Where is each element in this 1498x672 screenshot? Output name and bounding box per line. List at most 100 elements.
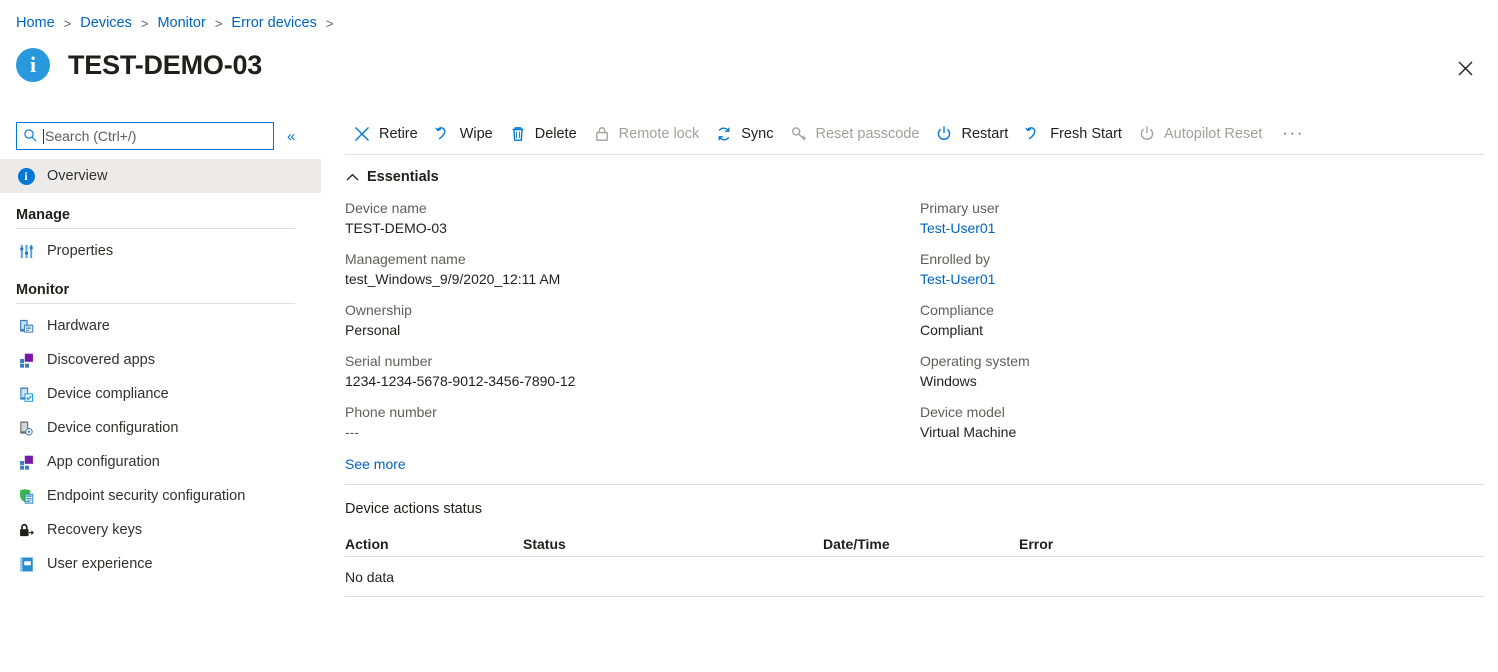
sidebar-item-device-configuration[interactable]: Device configuration: [0, 411, 321, 445]
sidebar-item-recovery-keys[interactable]: Recovery keys: [0, 513, 321, 547]
page-header: i TEST-DEMO-03: [16, 48, 262, 82]
lock-key-icon: [16, 520, 36, 540]
field-value: ---: [345, 422, 920, 442]
essentials-toggle[interactable]: Essentials: [345, 169, 1498, 185]
command-label: Sync: [741, 126, 773, 142]
close-icon[interactable]: [1450, 53, 1480, 83]
field-label: Operating system: [920, 352, 1495, 371]
sidebar-group-title: Monitor: [0, 282, 321, 298]
hardware-icon: [16, 316, 36, 336]
autopilot-reset-button: Autopilot Reset: [1130, 118, 1270, 150]
field-value[interactable]: Test-User01: [920, 269, 1495, 289]
field-value: TEST-DEMO-03: [345, 218, 920, 238]
table-row-empty: No data: [345, 557, 1484, 597]
chevron-up-icon: [345, 170, 359, 184]
sidebar-group-title: Manage: [0, 207, 321, 223]
trash-icon: [509, 125, 527, 143]
column-header-status: Status: [523, 536, 823, 552]
breadcrumb-item-monitor[interactable]: Monitor: [157, 15, 205, 31]
field-label: Primary user: [920, 199, 1495, 218]
breadcrumb-item-devices[interactable]: Devices: [80, 15, 132, 31]
sidebar: Search (Ctrl+/) « i Overview Manage Prope…: [0, 114, 321, 672]
table-header-row: Action Status Date/Time Error: [345, 531, 1484, 557]
sidebar-item-app-configuration[interactable]: App configuration: [0, 445, 321, 479]
book-icon: [16, 554, 36, 574]
column-header-action: Action: [345, 536, 523, 552]
sidebar-item-device-compliance[interactable]: Device compliance: [0, 377, 321, 411]
restart-button[interactable]: Restart: [927, 118, 1016, 150]
breadcrumb: Home>Devices>Monitor>Error devices>: [16, 15, 342, 31]
essentials-field: Operating systemWindows: [920, 352, 1495, 391]
sidebar-group-monitor: Monitor Hardware Discovered apps Device com…: [0, 282, 321, 581]
text-caret: [43, 129, 44, 144]
command-label: Remote lock: [619, 126, 700, 142]
sidebar-item-label: Discovered apps: [47, 352, 155, 368]
essentials-field: Serial number1234-1234-5678-9012-3456-78…: [345, 352, 920, 391]
sidebar-item-label: Overview: [47, 168, 107, 184]
x-icon: [353, 125, 371, 143]
device-actions-status-title: Device actions status: [345, 501, 1498, 517]
column-header-error: Error: [1019, 536, 1219, 552]
field-value: Personal: [345, 320, 920, 340]
sidebar-group-manage: Manage Properties: [0, 207, 321, 268]
device-gear-icon: [16, 418, 36, 438]
breadcrumb-separator: >: [326, 16, 334, 31]
empty-state-text: No data: [345, 569, 523, 585]
sidebar-item-properties[interactable]: Properties: [0, 234, 321, 268]
undo-icon: [434, 125, 452, 143]
apps-icon: [16, 350, 36, 370]
remote-lock-button: Remote lock: [585, 118, 708, 150]
essentials-field: Management nametest_Windows_9/9/2020_12:…: [345, 250, 920, 289]
essentials-field: Device modelVirtual Machine: [920, 403, 1495, 442]
breadcrumb-separator: >: [141, 16, 149, 31]
command-label: Fresh Start: [1050, 126, 1122, 142]
essentials-field: Enrolled byTest-User01: [920, 250, 1495, 289]
sidebar-item-label: Device compliance: [47, 386, 169, 402]
sidebar-item-user-experience[interactable]: User experience: [0, 547, 321, 581]
main-panel: RetireWipe Delete Remote lock Sync Reset pas…: [321, 114, 1498, 672]
field-value: Virtual Machine: [920, 422, 1495, 442]
lock-icon: [593, 125, 611, 143]
sliders-icon: [16, 241, 36, 261]
delete-button[interactable]: Delete: [501, 118, 585, 150]
sidebar-item-label: App configuration: [47, 454, 160, 470]
sidebar-item-endpoint-security-configuration[interactable]: Endpoint security configuration: [0, 479, 321, 513]
command-label: Reset passcode: [816, 126, 920, 142]
essentials-title: Essentials: [367, 169, 439, 185]
power-icon: [935, 125, 953, 143]
fresh-start-button[interactable]: Fresh Start: [1016, 118, 1130, 150]
sync-icon: [715, 125, 733, 143]
power-icon: [1138, 125, 1156, 143]
sync-button[interactable]: Sync: [707, 118, 781, 150]
info-circle-icon: i: [16, 48, 50, 82]
essentials-left-column: Device nameTEST-DEMO-03Management namete…: [345, 199, 920, 454]
field-value: 1234-1234-5678-9012-3456-7890-12: [345, 371, 920, 391]
command-list: RetireWipe Delete Remote lock Sync Reset pas…: [345, 118, 1270, 150]
key-icon: [790, 125, 808, 143]
sidebar-item-discovered-apps[interactable]: Discovered apps: [0, 343, 321, 377]
shield-list-icon: [16, 486, 36, 506]
field-label: Enrolled by: [920, 250, 1495, 269]
command-label: Delete: [535, 126, 577, 142]
breadcrumb-item-home[interactable]: Home: [16, 15, 55, 31]
sidebar-item-label: Device configuration: [47, 420, 178, 436]
sidebar-item-hardware[interactable]: Hardware: [0, 309, 321, 343]
sidebar-item-overview[interactable]: i Overview: [0, 159, 321, 193]
field-value: test_Windows_9/9/2020_12:11 AM: [345, 269, 920, 289]
retire-button[interactable]: Retire: [345, 118, 426, 150]
collapse-sidebar-icon[interactable]: «: [287, 129, 295, 144]
page-title: TEST-DEMO-03: [68, 50, 262, 81]
search-icon: [23, 128, 39, 144]
sidebar-item-label: User experience: [47, 556, 153, 572]
device-actions-status-table: Action Status Date/Time Error No data: [345, 531, 1484, 597]
wipe-button[interactable]: Wipe: [426, 118, 501, 150]
more-commands-button[interactable]: ···: [1276, 118, 1310, 150]
breadcrumb-item-error-devices[interactable]: Error devices: [231, 15, 316, 31]
search-input[interactable]: Search (Ctrl+/): [16, 122, 274, 150]
field-value[interactable]: Test-User01: [920, 218, 1495, 238]
sidebar-item-label: Endpoint security configuration: [47, 488, 245, 504]
field-label: Compliance: [920, 301, 1495, 320]
see-more-link[interactable]: See more: [345, 456, 406, 472]
sidebar-item-label: Hardware: [47, 318, 110, 334]
field-label: Phone number: [345, 403, 920, 422]
